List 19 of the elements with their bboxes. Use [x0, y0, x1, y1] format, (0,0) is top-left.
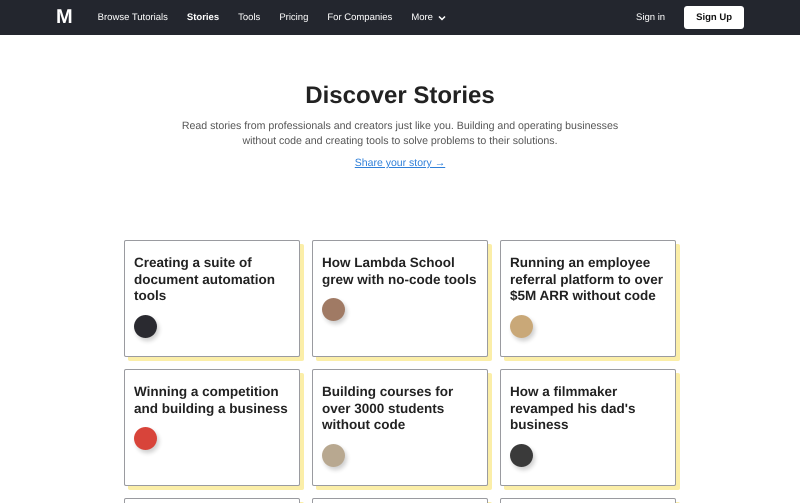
story-title: Creating a suite of document automation tools — [134, 255, 276, 304]
story-title: Building courses for over 3000 students without code — [322, 384, 454, 434]
nav-link[interactable]: More — [411, 12, 446, 23]
sign-in-link[interactable]: Sign in — [636, 12, 666, 23]
page-subtitle: Read stories from professionals and creators just like you. Building and operating businesses without code and creating tools to solve problems to their solutions. — [180, 119, 620, 149]
nav-link[interactable]: Pricing — [279, 12, 308, 23]
sign-up-button[interactable]: Sign Up — [684, 6, 744, 29]
nav-link[interactable]: For Companies — [327, 12, 392, 23]
story-title: Winning a competition and building a business — [134, 384, 289, 417]
page-title: Discover Stories — [304, 82, 496, 110]
share-story-link[interactable]: Share your story → — [354, 157, 446, 169]
story-title: How Lambda School grew with no-code tools — [322, 255, 478, 288]
chevron-down-icon — [438, 14, 446, 20]
story-title: How a filmmaker revamped his dad's business — [510, 384, 637, 434]
story-title: Running an employee referral platform to over $5M ARR without code — [510, 255, 664, 304]
nav-link[interactable]: Stories — [186, 12, 220, 23]
nav-link[interactable]: Browse Tutorials — [98, 12, 168, 23]
nav-link[interactable]: Tools — [238, 12, 260, 23]
logo[interactable]: M — [56, 6, 72, 29]
